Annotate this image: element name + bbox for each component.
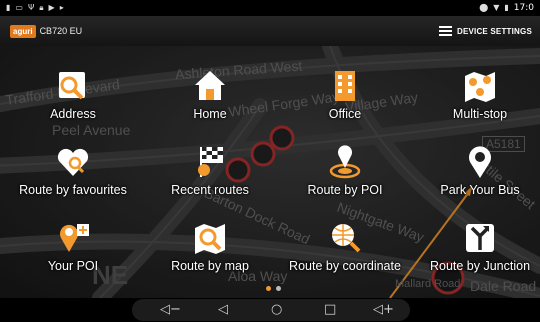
recents-icon[interactable]: □ <box>324 302 336 318</box>
play-store-icon: ▸ <box>59 3 64 12</box>
wifi-icon: ▼ <box>493 3 500 12</box>
page-indicator <box>266 286 281 291</box>
location-icon: ⬤ <box>479 3 489 12</box>
route-by-poi-button[interactable]: Route by POI <box>280 144 410 204</box>
address-button[interactable]: Address <box>8 68 138 128</box>
office-building-icon <box>326 68 364 104</box>
route-by-junction-button[interactable]: Route by Junction <box>415 220 540 280</box>
multi-stop-button[interactable]: Multi-stop <box>415 68 540 128</box>
favourites-heart-icon <box>54 144 92 180</box>
page-dot[interactable] <box>276 286 281 291</box>
park-your-bus-button[interactable]: Park Your Bus <box>415 144 540 204</box>
route-by-junction-label: Route by Junction <box>429 259 531 273</box>
battery-icon: ▮ <box>504 3 509 12</box>
device-name: CB720 EU <box>39 26 83 36</box>
recent-routes-button[interactable]: Recent routes <box>145 144 275 204</box>
home-label: Home <box>193 107 227 121</box>
recent-routes-label: Recent routes <box>171 183 249 197</box>
app-header: aguri CB720 EU DEVICE SETTINGS <box>0 16 540 46</box>
sd-card-icon: ▭ <box>15 3 23 12</box>
office-label: Office <box>328 107 362 121</box>
brand: aguri CB720 EU <box>10 24 83 38</box>
junction-sign-icon <box>461 220 499 256</box>
route-by-map-button[interactable]: Route by map <box>145 220 275 280</box>
address-search-icon <box>54 68 92 104</box>
device-settings-label: DEVICE SETTINGS <box>456 26 532 36</box>
play-icon: ▶ <box>48 3 55 12</box>
park-your-bus-label: Park Your Bus <box>440 183 520 197</box>
checkered-flag-icon <box>191 144 229 180</box>
volume-down-icon[interactable]: ◁− <box>160 302 181 318</box>
page-dot-active[interactable] <box>266 286 271 291</box>
your-poi-icon <box>54 220 92 256</box>
multi-stop-map-icon <box>461 68 499 104</box>
route-by-coordinate-label: Route by coordinate <box>289 259 401 273</box>
your-poi-button[interactable]: Your POI <box>8 220 138 280</box>
your-poi-label: Your POI <box>47 259 99 273</box>
volume-up-icon[interactable]: ◁+ <box>373 302 394 318</box>
brand-logo: aguri <box>10 24 36 38</box>
route-by-map-label: Route by map <box>171 259 249 273</box>
android-nav-bar: ◁− ◁ ○ □ ◁+ <box>0 298 540 322</box>
status-bar: ▮ ▭ Ψ 🔒︎ ▶ ▸ ⬤ ▼ ▮ 17:0 <box>0 0 540 16</box>
clock: 17:0 <box>513 3 534 13</box>
multi-stop-label: Multi-stop <box>452 107 508 121</box>
route-by-coordinate-button[interactable]: Route by coordinate <box>280 220 410 280</box>
globe-search-icon <box>326 220 364 256</box>
poi-target-icon <box>326 144 364 180</box>
lock-icon: 🔒︎ <box>39 3 44 12</box>
map-search-icon <box>191 220 229 256</box>
home-nav-icon[interactable]: ○ <box>271 302 282 318</box>
route-by-poi-label: Route by POI <box>307 183 383 197</box>
route-by-favourites-button[interactable]: Route by favourites <box>8 144 138 204</box>
home-button[interactable]: Home <box>145 68 275 128</box>
home-icon <box>191 68 229 104</box>
device-settings-button[interactable]: DEVICE SETTINGS <box>438 26 532 36</box>
menu-icon <box>438 26 452 36</box>
notification-icon: ▮ <box>6 3 11 12</box>
route-by-favourites-label: Route by favourites <box>19 183 127 197</box>
back-icon[interactable]: ◁ <box>218 302 228 318</box>
parking-pin-icon <box>461 144 499 180</box>
office-button[interactable]: Office <box>280 68 410 128</box>
usb-icon: Ψ <box>27 3 35 12</box>
address-label: Address <box>50 107 96 121</box>
